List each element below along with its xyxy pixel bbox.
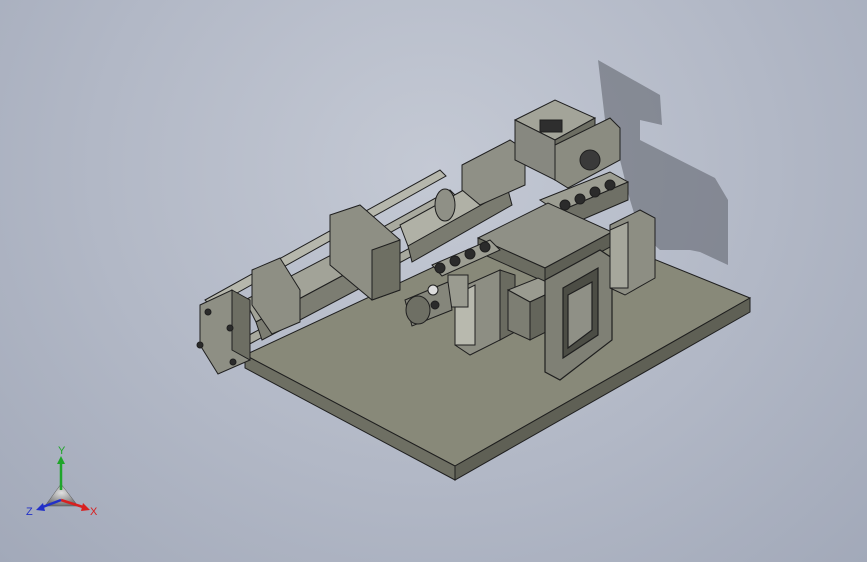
side-block [609, 209, 656, 296]
y-axis-arrow [57, 456, 65, 464]
y-axis-label: Y [58, 445, 66, 457]
x-axis-arrow [81, 503, 90, 511]
z-axis-arrow [36, 503, 45, 511]
cad-viewport[interactable]: Y X Z [0, 0, 867, 562]
orientation-triad[interactable]: Y X Z [20, 444, 110, 524]
x-axis-label: X [90, 506, 98, 518]
z-axis-label: Z [26, 506, 33, 518]
assembly-model[interactable] [0, 0, 867, 562]
